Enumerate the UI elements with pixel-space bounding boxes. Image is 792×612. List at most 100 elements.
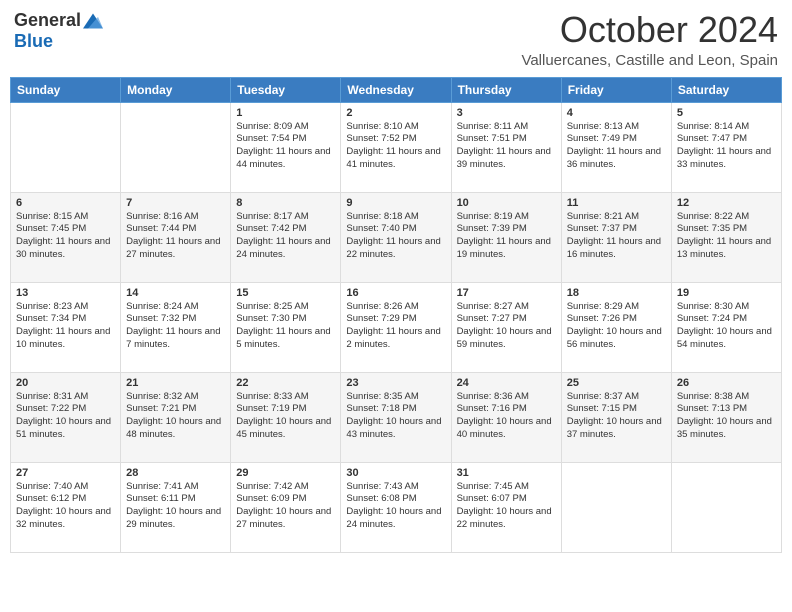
day-info: Sunrise: 8:37 AM Sunset: 7:15 PM Dayligh… <box>567 391 666 442</box>
day-info: Sunrise: 8:21 AM Sunset: 7:37 PM Dayligh… <box>567 211 666 262</box>
day-header-thursday: Thursday <box>451 77 561 102</box>
calendar-cell: 13 Sunrise: 8:23 AM Sunset: 7:34 PM Dayli… <box>11 282 121 372</box>
day-info: Sunrise: 8:10 AM Sunset: 7:52 PM Dayligh… <box>346 121 445 172</box>
day-info: Sunrise: 8:24 AM Sunset: 7:32 PM Dayligh… <box>126 301 225 352</box>
day-info: Sunrise: 8:14 AM Sunset: 7:47 PM Dayligh… <box>677 121 776 172</box>
calendar-cell: 25Sunrise: 8:37 AM Sunset: 7:15 PM Dayli… <box>561 372 671 462</box>
day-number: 5 <box>677 107 776 119</box>
day-number: 27 <box>16 467 115 479</box>
calendar-cell: 3Sunrise: 8:11 AM Sunset: 7:51 PM Daylig… <box>451 102 561 192</box>
day-info: Sunrise: 8:26 AM Sunset: 7:29 PM Dayligh… <box>346 301 445 352</box>
calendar-cell: 2 Sunrise: 8:10 AM Sunset: 7:52 PM Daylig… <box>341 102 451 192</box>
day-info: Sunrise: 8:19 AM Sunset: 7:39 PM Dayligh… <box>457 211 556 262</box>
day-number: 18 <box>567 287 666 299</box>
location-title: Valluercanes, Castille and Leon, Spain <box>521 52 778 69</box>
day-number: 4 <box>567 107 666 119</box>
day-number: 20 <box>16 377 115 389</box>
calendar-cell: 4 Sunrise: 8:13 AM Sunset: 7:49 PM Daylig… <box>561 102 671 192</box>
logo-icon <box>83 13 103 29</box>
calendar: SundayMondayTuesdayWednesdayThursdayFrid… <box>10 77 782 553</box>
day-info: Sunrise: 8:30 AM Sunset: 7:24 PM Dayligh… <box>677 301 776 352</box>
day-number: 24 <box>457 377 556 389</box>
title-area: October 2024 Valluercanes, Castille and … <box>521 10 778 69</box>
calendar-cell: 12 Sunrise: 8:22 AM Sunset: 7:35 PM Dayli… <box>671 192 781 282</box>
calendar-cell: 10 Sunrise: 8:19 AM Sunset: 7:39 PM Dayli… <box>451 192 561 282</box>
calendar-cell: 17 Sunrise: 8:27 AM Sunset: 7:27 PM Dayli… <box>451 282 561 372</box>
calendar-cell <box>11 102 121 192</box>
calendar-cell: 19Sunrise: 8:30 AM Sunset: 7:24 PM Dayli… <box>671 282 781 372</box>
day-number: 7 <box>126 197 225 209</box>
day-number: 26 <box>677 377 776 389</box>
calendar-cell: 5 Sunrise: 8:14 AM Sunset: 7:47 PM Daylig… <box>671 102 781 192</box>
day-number: 16 <box>346 287 445 299</box>
calendar-cell: 26 Sunrise: 8:38 AM Sunset: 7:13 PM Dayli… <box>671 372 781 462</box>
day-info: Sunrise: 8:36 AM Sunset: 7:16 PM Dayligh… <box>457 391 556 442</box>
calendar-cell: 20 Sunrise: 8:31 AM Sunset: 7:22 PM Dayli… <box>11 372 121 462</box>
day-info: Sunrise: 8:27 AM Sunset: 7:27 PM Dayligh… <box>457 301 556 352</box>
day-info: Sunrise: 8:09 AM Sunset: 7:54 PM Dayligh… <box>236 121 335 172</box>
day-number: 2 <box>346 107 445 119</box>
day-info: Sunrise: 8:32 AM Sunset: 7:21 PM Dayligh… <box>126 391 225 442</box>
day-number: 14 <box>126 287 225 299</box>
day-info: Sunrise: 8:31 AM Sunset: 7:22 PM Dayligh… <box>16 391 115 442</box>
day-info: Sunrise: 8:16 AM Sunset: 7:44 PM Dayligh… <box>126 211 225 262</box>
calendar-cell: 9 Sunrise: 8:18 AM Sunset: 7:40 PM Daylig… <box>341 192 451 282</box>
day-number: 1 <box>236 107 335 119</box>
day-header-sunday: Sunday <box>11 77 121 102</box>
day-header-wednesday: Wednesday <box>341 77 451 102</box>
day-number: 21 <box>126 377 225 389</box>
day-number: 12 <box>677 197 776 209</box>
calendar-cell: 1 Sunrise: 8:09 AM Sunset: 7:54 PM Daylig… <box>231 102 341 192</box>
calendar-cell: 24 Sunrise: 8:36 AM Sunset: 7:16 PM Dayli… <box>451 372 561 462</box>
calendar-cell <box>561 462 671 552</box>
day-info: Sunrise: 8:22 AM Sunset: 7:35 PM Dayligh… <box>677 211 776 262</box>
day-info: Sunrise: 8:11 AM Sunset: 7:51 PM Dayligh… <box>457 121 556 172</box>
calendar-cell: 16 Sunrise: 8:26 AM Sunset: 7:29 PM Dayli… <box>341 282 451 372</box>
day-header-friday: Friday <box>561 77 671 102</box>
calendar-cell: 31 Sunrise: 7:45 AM Sunset: 6:07 PM Dayli… <box>451 462 561 552</box>
day-info: Sunrise: 8:29 AM Sunset: 7:26 PM Dayligh… <box>567 301 666 352</box>
day-number: 31 <box>457 467 556 479</box>
logo: General Blue <box>14 10 103 52</box>
day-info: Sunrise: 7:40 AM Sunset: 6:12 PM Dayligh… <box>16 481 115 532</box>
calendar-cell: 14 Sunrise: 8:24 AM Sunset: 7:32 PM Dayli… <box>121 282 231 372</box>
day-info: Sunrise: 8:23 AM Sunset: 7:34 PM Dayligh… <box>16 301 115 352</box>
day-number: 13 <box>16 287 115 299</box>
day-number: 10 <box>457 197 556 209</box>
day-number: 9 <box>346 197 445 209</box>
day-info: Sunrise: 8:35 AM Sunset: 7:18 PM Dayligh… <box>346 391 445 442</box>
day-info: Sunrise: 8:13 AM Sunset: 7:49 PM Dayligh… <box>567 121 666 172</box>
day-number: 22 <box>236 377 335 389</box>
day-number: 15 <box>236 287 335 299</box>
calendar-cell: 22 Sunrise: 8:33 AM Sunset: 7:19 PM Dayli… <box>231 372 341 462</box>
day-info: Sunrise: 8:15 AM Sunset: 7:45 PM Dayligh… <box>16 211 115 262</box>
calendar-cell: 30Sunrise: 7:43 AM Sunset: 6:08 PM Dayli… <box>341 462 451 552</box>
calendar-cell: 8 Sunrise: 8:17 AM Sunset: 7:42 PM Daylig… <box>231 192 341 282</box>
day-info: Sunrise: 7:41 AM Sunset: 6:11 PM Dayligh… <box>126 481 225 532</box>
day-info: Sunrise: 7:42 AM Sunset: 6:09 PM Dayligh… <box>236 481 335 532</box>
day-number: 28 <box>126 467 225 479</box>
calendar-cell: 21 Sunrise: 8:32 AM Sunset: 7:21 PM Dayli… <box>121 372 231 462</box>
day-info: Sunrise: 7:43 AM Sunset: 6:08 PM Dayligh… <box>346 481 445 532</box>
calendar-cell: 15Sunrise: 8:25 AM Sunset: 7:30 PM Dayli… <box>231 282 341 372</box>
calendar-cell: 6 Sunrise: 8:15 AM Sunset: 7:45 PM Daylig… <box>11 192 121 282</box>
calendar-cell <box>121 102 231 192</box>
month-title: October 2024 <box>521 10 778 50</box>
calendar-cell: 11 Sunrise: 8:21 AM Sunset: 7:37 PM Dayli… <box>561 192 671 282</box>
calendar-cell: 18 Sunrise: 8:29 AM Sunset: 7:26 PM Dayli… <box>561 282 671 372</box>
day-info: Sunrise: 7:45 AM Sunset: 6:07 PM Dayligh… <box>457 481 556 532</box>
day-number: 8 <box>236 197 335 209</box>
day-info: Sunrise: 8:17 AM Sunset: 7:42 PM Dayligh… <box>236 211 335 262</box>
logo-general: General <box>14 10 81 31</box>
day-number: 17 <box>457 287 556 299</box>
calendar-cell: 27 Sunrise: 7:40 AM Sunset: 6:12 PM Dayli… <box>11 462 121 552</box>
day-header-saturday: Saturday <box>671 77 781 102</box>
day-number: 6 <box>16 197 115 209</box>
day-number: 11 <box>567 197 666 209</box>
day-info: Sunrise: 8:18 AM Sunset: 7:40 PM Dayligh… <box>346 211 445 262</box>
logo-blue: Blue <box>14 31 53 51</box>
day-info: Sunrise: 8:38 AM Sunset: 7:13 PM Dayligh… <box>677 391 776 442</box>
day-info: Sunrise: 8:33 AM Sunset: 7:19 PM Dayligh… <box>236 391 335 442</box>
calendar-cell: 29Sunrise: 7:42 AM Sunset: 6:09 PM Dayli… <box>231 462 341 552</box>
day-header-tuesday: Tuesday <box>231 77 341 102</box>
